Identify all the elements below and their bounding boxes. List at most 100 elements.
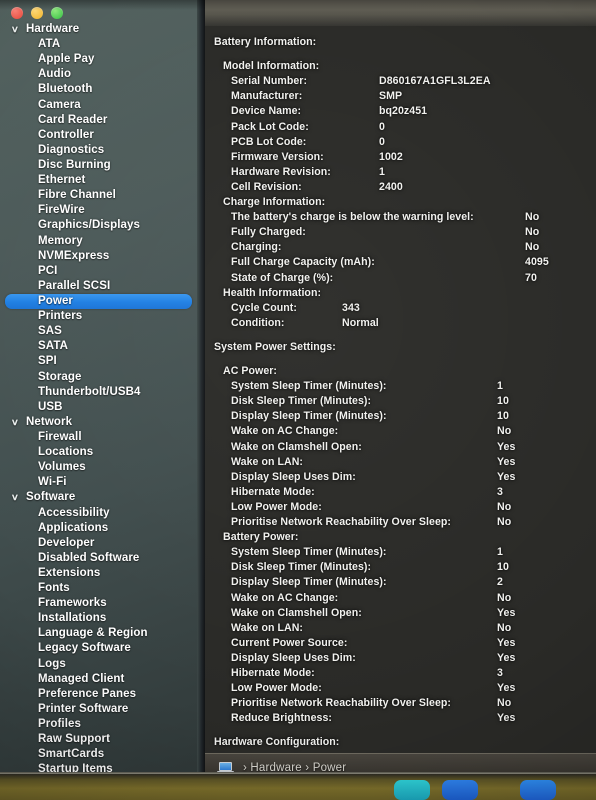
info-row: System Sleep Timer (Minutes): 1 — [205, 546, 596, 561]
info-value: Normal — [342, 316, 379, 329]
sidebar-item-fonts[interactable]: Fonts — [0, 581, 197, 596]
info-row: PCB Lot Code: 0 — [205, 136, 596, 151]
info-value: Yes — [497, 470, 516, 483]
sidebar-item-firewire[interactable]: FireWire — [0, 203, 197, 218]
info-value: Yes — [497, 712, 516, 725]
sidebar-item-preference-panes[interactable]: Preference Panes — [0, 687, 197, 702]
sidebar-item-profiles[interactable]: Profiles — [0, 717, 197, 732]
sidebar-item-diagnostics[interactable]: Diagnostics — [0, 143, 197, 158]
sidebar-item-sata[interactable]: SATA — [0, 339, 197, 354]
sidebar-item-label: Thunderbolt/USB4 — [38, 385, 141, 398]
sidebar-item-power[interactable]: Power — [0, 293, 197, 310]
sidebar-item-card-reader[interactable]: Card Reader — [0, 113, 197, 128]
info-label: Charging: — [231, 241, 282, 254]
sidebar-item-usb[interactable]: USB — [0, 400, 197, 415]
sidebar-item-label: Apple Pay — [38, 53, 95, 66]
info-value: 1 — [379, 165, 385, 178]
sidebar-item-hardware[interactable]: ∨ Hardware — [0, 22, 197, 37]
info-label: Wake on AC Change: — [231, 425, 339, 438]
sidebar-item-thunderbolt-usb4[interactable]: Thunderbolt/USB4 — [0, 385, 197, 400]
sidebar-item-software[interactable]: ∨ Software — [0, 490, 197, 505]
sidebar-item-storage[interactable]: Storage — [0, 370, 197, 385]
info-row: Wake on Clamshell Open: Yes — [205, 607, 596, 622]
sidebar-item-legacy-software[interactable]: Legacy Software — [0, 641, 197, 656]
sidebar-item-installations[interactable]: Installations — [0, 611, 197, 626]
sidebar-item-nvmexpress[interactable]: NVMExpress — [0, 249, 197, 264]
info-value: 70 — [525, 271, 537, 284]
sidebar-item-pci[interactable]: PCI — [0, 264, 197, 279]
chevron-down-icon[interactable]: ∨ — [11, 490, 24, 505]
info-label: Condition: — [231, 316, 285, 329]
section-title: Model Information: — [223, 60, 320, 73]
info-row: Hardware Revision: 1 — [205, 166, 596, 181]
sidebar-item-managed-client[interactable]: Managed Client — [0, 672, 197, 687]
sidebar-item-audio[interactable]: Audio — [0, 67, 197, 82]
info-label: Current Power Source: — [231, 636, 348, 649]
info-label: Wake on LAN: — [231, 621, 304, 634]
dock-icon-1[interactable] — [394, 780, 430, 800]
sidebar-item-extensions[interactable]: Extensions — [0, 566, 197, 581]
info-row: Prioritise Network Reachability Over Sle… — [205, 697, 596, 712]
sidebar-item-sas[interactable]: SAS — [0, 324, 197, 339]
sidebar-item-label: Wi-Fi — [38, 476, 67, 489]
info-value: SMP — [379, 90, 403, 103]
sidebar-item-graphics-displays[interactable]: Graphics/Displays — [0, 218, 197, 233]
sidebar: ∨ Hardware ATA Apple Pay Audio Bluetooth Camer… — [0, 0, 197, 782]
info-section-header: System Power Settings: — [205, 341, 596, 356]
info-label: Wake on LAN: — [231, 455, 304, 468]
sidebar-item-developer[interactable]: Developer — [0, 536, 197, 551]
info-value: 1002 — [379, 150, 403, 163]
info-row: Charging: No — [205, 241, 596, 256]
sidebar-item-printer-software[interactable]: Printer Software — [0, 702, 197, 717]
sidebar-item-memory[interactable]: Memory — [0, 234, 197, 249]
sidebar-item-network[interactable]: ∨ Network — [0, 415, 197, 430]
sidebar-item-wi-fi[interactable]: Wi-Fi — [0, 475, 197, 490]
chevron-down-icon[interactable]: ∨ — [11, 22, 24, 37]
info-row: Display Sleep Timer (Minutes): 10 — [205, 410, 596, 425]
minimize-button[interactable] — [31, 7, 43, 19]
sidebar-item-disabled-software[interactable]: Disabled Software — [0, 551, 197, 566]
sidebar-item-accessibility[interactable]: Accessibility — [0, 506, 197, 521]
sidebar-item-smartcards[interactable]: SmartCards — [0, 747, 197, 762]
sidebar-item-language-region[interactable]: Language & Region — [0, 626, 197, 641]
sidebar-item-spi[interactable]: SPI — [0, 354, 197, 369]
sidebar-item-apple-pay[interactable]: Apple Pay — [0, 52, 197, 67]
info-label: Cell Revision: — [231, 180, 302, 193]
info-value: 0 — [379, 120, 385, 133]
sidebar-item-label: Fibre Channel — [38, 189, 116, 202]
sidebar-item-applications[interactable]: Applications — [0, 521, 197, 536]
sidebar-item-disc-burning[interactable]: Disc Burning — [0, 158, 197, 173]
info-value: No — [525, 241, 540, 254]
sidebar-item-ethernet[interactable]: Ethernet — [0, 173, 197, 188]
sidebar-item-frameworks[interactable]: Frameworks — [0, 596, 197, 611]
info-label: System Sleep Timer (Minutes): — [231, 546, 387, 559]
info-row: Cycle Count: 343 — [205, 302, 596, 317]
chevron-down-icon[interactable]: ∨ — [11, 415, 24, 430]
sidebar-item-parallel-scsi[interactable]: Parallel SCSI — [0, 279, 197, 294]
sidebar-item-ata[interactable]: ATA — [0, 37, 197, 52]
sidebar-item-raw-support[interactable]: Raw Support — [0, 732, 197, 747]
sidebar-item-firewall[interactable]: Firewall — [0, 430, 197, 445]
info-value: No — [497, 697, 512, 710]
dock-icon-2[interactable] — [442, 780, 478, 800]
close-button[interactable] — [11, 7, 23, 19]
sidebar-item-label: PCI — [38, 264, 58, 277]
maximize-button[interactable] — [51, 7, 63, 19]
sidebar-item-volumes[interactable]: Volumes — [0, 460, 197, 475]
info-value: Yes — [497, 651, 516, 664]
sidebar-item-locations[interactable]: Locations — [0, 445, 197, 460]
sidebar-item-fibre-channel[interactable]: Fibre Channel — [0, 188, 197, 203]
sidebar-item-camera[interactable]: Camera — [0, 98, 197, 113]
dock-icon-3[interactable] — [520, 780, 556, 800]
info-label: Disk Sleep Timer (Minutes): — [231, 395, 372, 408]
sidebar-item-printers[interactable]: Printers — [0, 309, 197, 324]
sidebar-item-bluetooth[interactable]: Bluetooth — [0, 82, 197, 97]
info-row: Wake on AC Change: No — [205, 592, 596, 607]
sidebar-item-controller[interactable]: Controller — [0, 128, 197, 143]
info-label: Fully Charged: — [231, 226, 306, 239]
sidebar-item-label: Printers — [38, 310, 83, 323]
sidebar-item-label: Ethernet — [38, 174, 86, 187]
sidebar-item-label: Preference Panes — [38, 687, 137, 700]
info-label: Display Sleep Timer (Minutes): — [231, 576, 387, 589]
sidebar-item-logs[interactable]: Logs — [0, 657, 197, 672]
